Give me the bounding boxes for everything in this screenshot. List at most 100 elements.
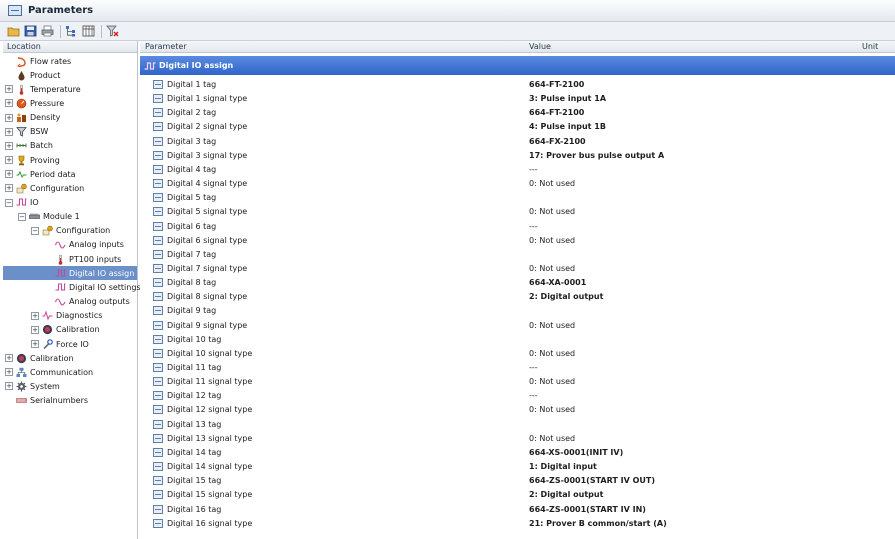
parameter-row[interactable]: Digital 16 tag 664-ZS-0001(START IV IN) — [140, 503, 895, 517]
tree-item-calibration[interactable]: + Calibration — [3, 323, 137, 337]
parameter-row[interactable]: Digital 8 signal type 2: Digital output — [140, 290, 895, 304]
parameter-value[interactable]: 0: Not used — [529, 403, 575, 417]
unit-column-header[interactable]: Unit — [862, 41, 878, 52]
parameter-row[interactable]: Digital 15 signal type 2: Digital output — [140, 488, 895, 502]
parameter-row[interactable]: Digital 7 signal type 0: Not used — [140, 262, 895, 276]
parameter-value[interactable]: 0: Not used — [529, 262, 575, 276]
parameter-value[interactable]: 0: Not used — [529, 319, 575, 333]
parameter-value[interactable]: --- — [529, 389, 538, 403]
tree-item-temperature[interactable]: + Temperature — [3, 82, 137, 96]
parameter-row[interactable]: Digital 6 signal type 0: Not used — [140, 234, 895, 248]
parameter-value[interactable]: 664-FT-2100 — [529, 78, 584, 92]
value-column-header[interactable]: Value — [529, 41, 551, 52]
parameter-row[interactable]: Digital 1 tag 664-FT-2100 — [140, 78, 895, 92]
parameter-row[interactable]: Digital 12 signal type 0: Not used — [140, 403, 895, 417]
expand-toggle[interactable]: + — [5, 85, 13, 94]
parameter-row[interactable]: Digital 5 signal type 0: Not used — [140, 205, 895, 219]
parameter-value[interactable]: 3: Pulse input 1A — [529, 92, 606, 106]
parameter-value[interactable]: 0: Not used — [529, 347, 575, 361]
tree-item-io[interactable]: − IO — [3, 196, 137, 210]
parameter-row[interactable]: Digital 3 signal type 17: Prover bus puls… — [140, 149, 895, 163]
open-folder-button[interactable] — [6, 24, 21, 38]
parameter-row[interactable]: Digital 16 signal type 21: Prover B commo… — [140, 517, 895, 531]
parameter-row[interactable]: Digital 10 tag — [140, 333, 895, 347]
parameter-row[interactable]: Digital 5 tag — [140, 191, 895, 205]
tree-item-period-data[interactable]: + Period data — [3, 167, 137, 181]
parameter-row[interactable]: Digital 13 signal type 0: Not used — [140, 432, 895, 446]
parameter-value[interactable]: 2: Digital output — [529, 290, 603, 304]
tree-item-configuration[interactable]: + Configuration — [3, 181, 137, 195]
parameter-row[interactable]: Digital 4 tag --- — [140, 163, 895, 177]
parameter-value[interactable]: 664-ZS-0001(START IV IN) — [529, 503, 646, 517]
collapse-toggle[interactable]: − — [31, 226, 39, 235]
expand-toggle[interactable]: + — [31, 325, 39, 334]
parameter-row[interactable]: Digital 12 tag --- — [140, 389, 895, 403]
parameter-value[interactable]: 664-FT-2100 — [529, 106, 584, 120]
parameter-row[interactable]: Digital 1 signal type 3: Pulse input 1A — [140, 92, 895, 106]
expand-toggle[interactable]: + — [5, 99, 13, 108]
tree-item-proving[interactable]: + Proving — [3, 153, 137, 167]
collapse-toggle[interactable]: − — [18, 212, 26, 221]
parameter-row[interactable]: Digital 11 tag --- — [140, 361, 895, 375]
parameter-row[interactable]: Digital 9 tag — [140, 304, 895, 318]
group-header-digital-io-assign[interactable]: Digital IO assign — [140, 56, 895, 75]
parameter-value[interactable]: --- — [529, 163, 538, 177]
parameter-value[interactable]: --- — [529, 220, 538, 234]
expand-toggle[interactable]: + — [5, 156, 13, 165]
tree-item-force-io[interactable]: + Force IO — [3, 337, 137, 351]
parameter-value[interactable]: 21: Prover B common/start (A) — [529, 517, 667, 531]
parameter-value[interactable]: 664-ZS-0001(START IV OUT) — [529, 474, 655, 488]
tree-item-configuration[interactable]: − Configuration — [3, 224, 137, 238]
parameter-value[interactable]: 664-XA-0001 — [529, 276, 586, 290]
expand-toggle[interactable]: + — [5, 368, 13, 377]
parameter-value[interactable]: 2: Digital output — [529, 488, 603, 502]
parameter-value[interactable]: 0: Not used — [529, 205, 575, 219]
tree-item-analog-inputs[interactable]: Analog inputs — [3, 238, 137, 252]
parameter-value[interactable]: 0: Not used — [529, 375, 575, 389]
expand-toggle[interactable]: + — [5, 113, 13, 122]
parameter-row[interactable]: Digital 6 tag --- — [140, 220, 895, 234]
tree-item-pt100-inputs[interactable]: PT100 inputs — [3, 252, 137, 266]
parameter-row[interactable]: Digital 14 signal type 1: Digital input — [140, 460, 895, 474]
parameter-row[interactable]: Digital 14 tag 664-XS-0001(INIT IV) — [140, 446, 895, 460]
parameter-row[interactable]: Digital 15 tag 664-ZS-0001(START IV OUT) — [140, 474, 895, 488]
parameter-value[interactable]: 664-XS-0001(INIT IV) — [529, 446, 623, 460]
tree-item-pressure[interactable]: + Pressure — [3, 96, 137, 110]
tree-item-module-1[interactable]: − Module 1 — [3, 210, 137, 224]
expand-toggle[interactable]: + — [5, 184, 13, 193]
expand-toggle[interactable]: + — [5, 141, 13, 150]
expand-toggle[interactable]: + — [5, 354, 13, 363]
parameter-row[interactable]: Digital 13 tag — [140, 418, 895, 432]
tree-item-communication[interactable]: + Communication — [3, 365, 137, 379]
print-button[interactable] — [40, 24, 55, 38]
parameter-row[interactable]: Digital 3 tag 664-FX-2100 — [140, 135, 895, 149]
expand-toggle[interactable]: + — [5, 382, 13, 391]
tree-item-bsw[interactable]: + BSW — [3, 125, 137, 139]
tree-item-product[interactable]: Product — [3, 68, 137, 82]
parameter-row[interactable]: Digital 11 signal type 0: Not used — [140, 375, 895, 389]
expand-toggle[interactable]: + — [5, 170, 13, 179]
parameter-row[interactable]: Digital 10 signal type 0: Not used — [140, 347, 895, 361]
tree-item-serialnumbers[interactable]: Serialnumbers — [3, 394, 137, 408]
parameter-value[interactable]: 0: Not used — [529, 234, 575, 248]
parameter-value[interactable]: 1: Digital input — [529, 460, 597, 474]
tree-item-density[interactable]: + Density — [3, 111, 137, 125]
tree-item-batch[interactable]: + Batch — [3, 139, 137, 153]
parameter-value[interactable]: 17: Prover bus pulse output A — [529, 149, 664, 163]
tree-item-flow-rates[interactable]: Flow rates — [3, 54, 137, 68]
tree-item-diagnostics[interactable]: + Diagnostics — [3, 309, 137, 323]
parameter-row[interactable]: Digital 7 tag — [140, 248, 895, 262]
parameter-row[interactable]: Digital 2 signal type 4: Pulse input 1B — [140, 120, 895, 134]
tree-item-analog-outputs[interactable]: Analog outputs — [3, 295, 137, 309]
collapse-toggle[interactable]: − — [5, 198, 13, 207]
table-view-button[interactable] — [81, 24, 96, 38]
tree-item-digital-io-assign[interactable]: Digital IO assign — [3, 266, 137, 281]
parameter-value[interactable]: 0: Not used — [529, 432, 575, 446]
expand-toggle[interactable]: + — [5, 127, 13, 136]
tree-item-digital-io-settings[interactable]: Digital IO settings — [3, 280, 141, 294]
parameter-row[interactable]: Digital 4 signal type 0: Not used — [140, 177, 895, 191]
parameter-value[interactable]: 4: Pulse input 1B — [529, 120, 606, 134]
tree-item-system[interactable]: + System — [3, 379, 137, 393]
parameter-column-header[interactable]: Parameter — [145, 41, 187, 52]
parameter-row[interactable]: Digital 9 signal type 0: Not used — [140, 319, 895, 333]
